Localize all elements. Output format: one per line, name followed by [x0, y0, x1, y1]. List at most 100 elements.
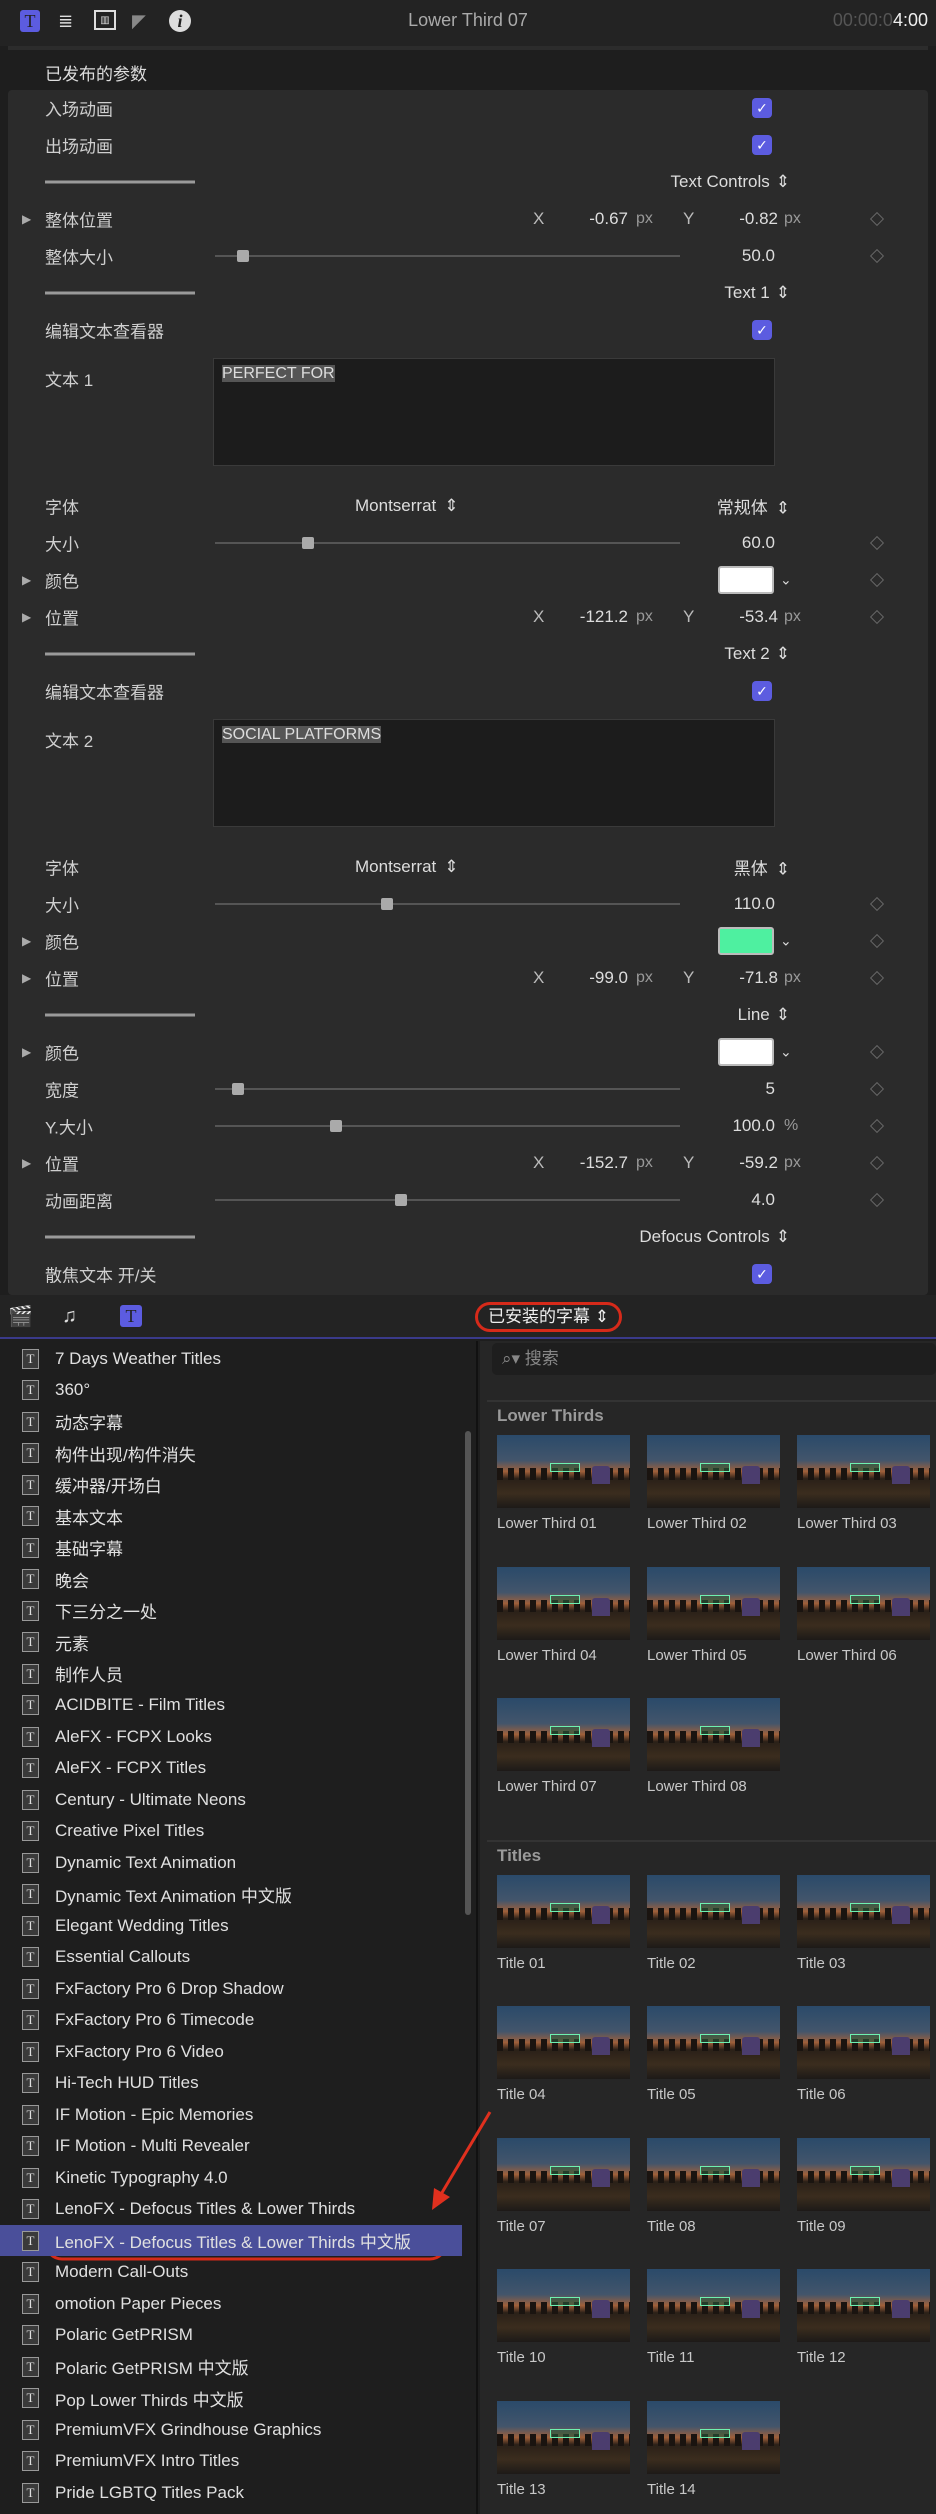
thumbnail-label[interactable]: Title 11 [647, 2349, 695, 2366]
slider-track[interactable] [215, 541, 680, 544]
title-thumbnail[interactable] [497, 1698, 630, 1771]
sidebar-item[interactable]: T FxFactory Pro 6 Timecode [0, 2005, 462, 2036]
keyframe-icon[interactable] [869, 1044, 885, 1059]
slider-track[interactable] [215, 254, 680, 257]
y-value[interactable]: -71.8 [688, 968, 778, 988]
slider-knob[interactable] [395, 1193, 407, 1206]
sidebar-item[interactable]: T Elegant Wedding Titles [0, 1910, 462, 1941]
keyframe-icon[interactable] [869, 248, 885, 263]
slider-knob[interactable] [236, 249, 249, 262]
slider-value[interactable]: 5 [685, 1079, 775, 1099]
sidebar-item[interactable]: T Polaric GetPRISM [0, 2320, 462, 2351]
section-dropdown[interactable]: Defocus Controls ⇕ [639, 1227, 790, 1247]
title-thumbnail[interactable] [797, 2269, 930, 2342]
photos-music-icon[interactable]: ♫ [62, 1305, 77, 1327]
sidebar-item[interactable]: T 元素 [0, 1627, 462, 1658]
title-thumbnail[interactable] [647, 1566, 780, 1640]
thumbnail-label[interactable]: Title 03 [797, 1955, 846, 1972]
title-thumbnail[interactable] [647, 2269, 780, 2342]
sidebar-item[interactable]: Tomotion Paper Pieces [0, 2288, 462, 2319]
titles-generators-icon[interactable]: T [120, 1305, 142, 1327]
text-editor[interactable]: PERFECT FOR [213, 358, 775, 466]
x-value[interactable]: -121.2 [538, 607, 628, 627]
sidebar-item[interactable]: T Dynamic Text Animation 中文版 [0, 1879, 462, 1910]
checkbox[interactable]: ✓ [752, 319, 772, 340]
sidebar-item[interactable]: T Century - Ultimate Neons [0, 1784, 462, 1815]
sidebar-item[interactable]: T FxFactory Pro 6 Drop Shadow [0, 1973, 462, 2004]
sidebar-item[interactable]: T PremiumVFX Grindhouse Graphics [0, 2414, 462, 2445]
sidebar-item[interactable]: T IF Motion - Epic Memories [0, 2099, 462, 2130]
color-well[interactable] [718, 1037, 774, 1066]
title-thumbnail[interactable] [647, 2400, 780, 2474]
sidebar-scrollbar[interactable] [465, 1431, 471, 1915]
slider-track[interactable] [215, 1198, 680, 1201]
slider-track[interactable] [215, 1124, 680, 1127]
sidebar-item[interactable]: T Essential Callouts [0, 1942, 462, 1973]
disclosure-triangle-icon[interactable]: ▶ [22, 1045, 31, 1059]
checkbox[interactable]: ✓ [752, 1263, 772, 1284]
sidebar-item[interactable]: T 360° [0, 1375, 462, 1406]
sidebar-item[interactable]: T 缓冲器/开场白 [0, 1469, 462, 1500]
slider-value[interactable]: 60.0 [685, 533, 775, 553]
disclosure-triangle-icon[interactable]: ▶ [22, 610, 31, 624]
keyframe-icon[interactable] [869, 970, 885, 985]
thumbnail-label[interactable]: Title 13 [497, 2481, 546, 2498]
sidebar-item[interactable]: T FxFactory Pro 6 Video [0, 2036, 462, 2067]
sidebar-item[interactable]: T 基础字幕 [0, 1532, 462, 1563]
category-dropdown[interactable]: 已安装的字幕 ⇕ [475, 1302, 622, 1332]
text-editor[interactable]: SOCIAL PLATFORMS [213, 719, 775, 827]
thumbnail-label[interactable]: Title 04 [497, 2086, 546, 2103]
thumbnail-label[interactable]: Lower Third 04 [497, 1647, 597, 1664]
font-dropdown[interactable]: Montserrat ⇕ [355, 496, 459, 516]
sidebar-item[interactable]: T 晚会 [0, 1564, 462, 1595]
section-dropdown[interactable]: Text 1 ⇕ [724, 283, 790, 303]
title-thumbnail[interactable] [797, 1435, 930, 1508]
thumbnail-label[interactable]: Title 02 [647, 1955, 696, 1972]
section-dropdown[interactable]: Text 2 ⇕ [724, 644, 790, 664]
thumbnail-label[interactable]: Title 08 [647, 2218, 696, 2235]
keyframe-icon[interactable] [869, 211, 885, 226]
thumbnail-label[interactable]: Lower Third 07 [497, 1778, 597, 1795]
disclosure-triangle-icon[interactable]: ▶ [22, 573, 31, 587]
thumbnail-label[interactable]: Lower Third 08 [647, 1778, 747, 1795]
sidebar-item[interactable]: T Pop Lower Thirds 中文版 [0, 2383, 462, 2414]
thumbnail-label[interactable]: Lower Third 02 [647, 1515, 747, 1532]
thumbnail-label[interactable]: Lower Third 05 [647, 1647, 747, 1664]
x-value[interactable]: -0.67 [538, 209, 628, 229]
title-thumbnail[interactable] [647, 2006, 780, 2079]
title-thumbnail[interactable] [497, 1566, 630, 1640]
sidebar-item[interactable]: T Pride LGBTQ Titles Pack [0, 2477, 462, 2508]
title-thumbnail[interactable] [797, 1874, 930, 1948]
sidebar-item[interactable]: T IF Motion - Multi Revealer [0, 2131, 462, 2162]
sidebar-item[interactable]: T 下三分之一处 [0, 1595, 462, 1626]
clapper-star-icon[interactable]: 🎬 [8, 1305, 33, 1328]
slider-knob[interactable] [381, 897, 394, 910]
keyframe-icon[interactable] [869, 1155, 885, 1170]
thumbnail-label[interactable]: Title 10 [497, 2349, 546, 2366]
y-value[interactable]: -0.82 [688, 209, 778, 229]
search-input[interactable]: ⌕▾ 搜索 [492, 1343, 936, 1375]
sidebar-item[interactable]: T PremiumVFX Intro Titles [0, 2446, 462, 2477]
sidebar-item[interactable]: T Kinetic Typography 4.0 [0, 2162, 462, 2193]
title-thumbnail[interactable] [497, 2006, 630, 2079]
slider-value[interactable]: 4.0 [685, 1190, 775, 1210]
sidebar-item[interactable]: T Modern Call-Outs [0, 2257, 462, 2288]
thumbnail-label[interactable]: Title 09 [797, 2218, 846, 2235]
keyframe-icon[interactable] [869, 896, 885, 911]
color-well[interactable] [718, 926, 774, 955]
sidebar-item[interactable]: T LenoFX - Defocus Titles & Lower Thirds … [0, 2225, 462, 2256]
thumbnail-label[interactable]: Title 14 [647, 2481, 696, 2498]
chevron-down-icon[interactable]: ⌄ [780, 932, 792, 949]
thumbnail-label[interactable]: Lower Third 01 [497, 1515, 597, 1532]
keyframe-icon[interactable] [869, 572, 885, 587]
font-style-dropdown[interactable]: 黑体 ⇕ [734, 854, 790, 879]
slider-value[interactable]: 100.0 [685, 1116, 775, 1136]
sidebar-item[interactable]: T ACIDBITE - Film Titles [0, 1690, 462, 1721]
title-thumbnail[interactable] [497, 2269, 630, 2342]
sidebar-item[interactable]: T 制作人员 [0, 1658, 462, 1689]
keyframe-icon[interactable] [869, 1192, 885, 1207]
chevron-down-icon[interactable]: ⌄ [780, 571, 792, 588]
title-thumbnail[interactable] [797, 1566, 930, 1640]
sidebar-item[interactable]: T AleFX - FCPX Titles [0, 1753, 462, 1784]
slider-value[interactable]: 110.0 [685, 894, 775, 914]
